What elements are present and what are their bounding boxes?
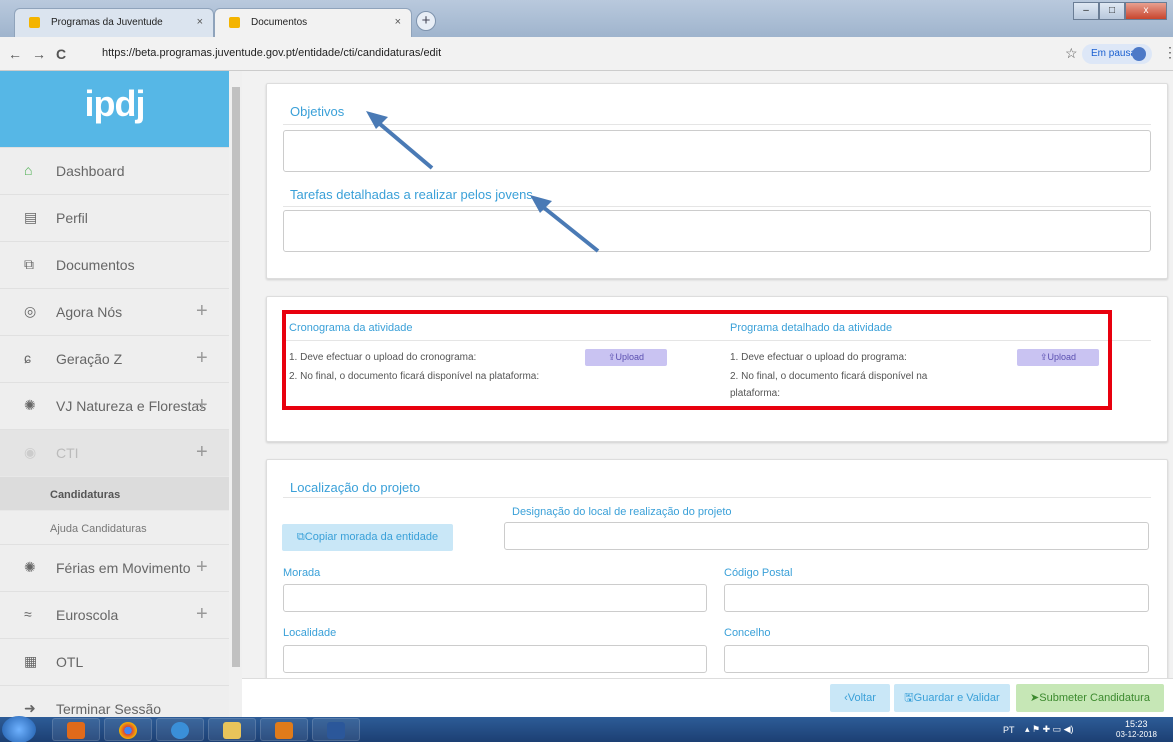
expand-icon[interactable]: + bbox=[196, 441, 208, 464]
windows-taskbar: PT ▴ ⚑ ✚ ▭ ◀) 15:23 03-12-2018 bbox=[0, 716, 1173, 742]
annotation-arrows bbox=[366, 111, 600, 253]
otl-icon: ▦ bbox=[24, 653, 38, 669]
tab-close-icon[interactable]: × bbox=[197, 16, 203, 28]
agora-icon: ◎ bbox=[24, 303, 37, 319]
menu-icon[interactable]: ⋮ bbox=[1163, 44, 1173, 61]
taskbar-outlook[interactable] bbox=[260, 718, 308, 741]
sidebar-item-label: Terminar Sessão bbox=[56, 701, 162, 717]
taskbar-ie[interactable] bbox=[156, 718, 204, 741]
window-controls: – □ x bbox=[1073, 2, 1167, 20]
word-icon bbox=[327, 722, 345, 739]
sidebar-item-dashboard[interactable]: ⌂ Dashboard bbox=[0, 147, 229, 194]
taskbar-chrome[interactable] bbox=[104, 718, 152, 741]
sidebar-item-label: Geração Z bbox=[56, 351, 123, 367]
clock-time[interactable]: 15:23 bbox=[1125, 719, 1148, 729]
sidebar-item-cti[interactable]: ◉ CTI + bbox=[0, 429, 229, 476]
sidebar-item-agora-nos[interactable]: ◎ Agora Nós + bbox=[0, 288, 229, 335]
favicon-icon bbox=[29, 17, 40, 28]
tab-programas[interactable]: Programas da Juventude × bbox=[14, 8, 214, 37]
tab-close-icon[interactable]: × bbox=[395, 16, 401, 28]
sidebar-item-perfil[interactable]: ▤ Perfil bbox=[0, 194, 229, 241]
new-tab-button[interactable]: + bbox=[416, 11, 436, 31]
sidebar-subitem-ajuda-candidaturas[interactable]: Ajuda Candidaturas bbox=[0, 510, 229, 544]
sidebar-item-vj-natureza[interactable]: ✺ VJ Natureza e Florestas + bbox=[0, 382, 229, 429]
sidebar-item-label: OTL bbox=[56, 654, 84, 670]
clock-date[interactable]: 03-12-2018 bbox=[1116, 730, 1157, 739]
tab-title: Programas da Juventude bbox=[51, 17, 163, 28]
sidebar-item-label: Documentos bbox=[56, 257, 135, 273]
tab-title: Documentos bbox=[251, 17, 308, 28]
main-content: Objetivos Tarefas detalhadas a realizar … bbox=[242, 71, 1173, 717]
documents-icon: ⧉ bbox=[24, 256, 34, 272]
taskbar-word[interactable] bbox=[312, 718, 360, 741]
sidebar-item-label: CTI bbox=[56, 445, 79, 461]
logout-icon: ➜ bbox=[24, 700, 36, 716]
address-bar: ← → C https://beta.programas.juventude.g… bbox=[0, 37, 1173, 71]
sidebar-item-label: Perfil bbox=[56, 210, 88, 226]
sidebar-item-label: Euroscola bbox=[56, 607, 119, 623]
expand-icon[interactable]: + bbox=[196, 603, 208, 626]
voltar-button[interactable]: ‹Voltar bbox=[830, 684, 890, 712]
tray-icons[interactable]: ▴ ⚑ ✚ ▭ ◀) bbox=[1025, 724, 1074, 735]
sidebar-item-ferias[interactable]: ✺ Férias em Movimento + bbox=[0, 544, 229, 591]
outlook-icon bbox=[275, 722, 293, 739]
taskbar-media-player[interactable] bbox=[52, 718, 100, 741]
send-icon: ➤ bbox=[1030, 692, 1040, 704]
sidebar-item-label: Agora Nós bbox=[56, 304, 123, 320]
ie-icon bbox=[171, 722, 189, 739]
close-window-button[interactable]: x bbox=[1125, 2, 1167, 20]
minimize-button[interactable]: – bbox=[1073, 2, 1099, 20]
euroscola-icon: ≈ bbox=[24, 606, 32, 622]
favicon-icon bbox=[229, 17, 240, 28]
back-icon[interactable]: ← bbox=[8, 46, 22, 62]
sidebar-item-label: Dashboard bbox=[56, 163, 125, 179]
arrow-to-tarefas bbox=[536, 201, 600, 253]
bookmark-star-icon[interactable]: ☆ bbox=[1065, 45, 1078, 62]
expand-icon[interactable]: + bbox=[196, 347, 208, 370]
id-card-icon: ▤ bbox=[24, 209, 38, 225]
maximize-button[interactable]: □ bbox=[1099, 2, 1125, 20]
sidebar-item-documentos[interactable]: ⧉ Documentos bbox=[0, 241, 229, 288]
form-footer: ‹Voltar 🖫Guardar e Validar ➤Submeter Can… bbox=[242, 678, 1173, 717]
geracao-icon: ɕ bbox=[24, 350, 31, 366]
ipdj-logo[interactable]: ipdj bbox=[0, 71, 229, 147]
cti-icon: ◉ bbox=[24, 444, 37, 460]
sidebar-item-terminar-sessao[interactable]: ➜ Terminar Sessão bbox=[0, 685, 229, 717]
forward-icon[interactable]: → bbox=[32, 46, 46, 62]
sidebar-item-label: Férias em Movimento bbox=[56, 560, 191, 576]
submeter-button[interactable]: ➤Submeter Candidatura bbox=[1016, 684, 1164, 712]
guardar-validar-button[interactable]: 🖫Guardar e Validar bbox=[894, 684, 1010, 712]
ferias-icon: ✺ bbox=[24, 559, 36, 575]
submeter-label: Submeter Candidatura bbox=[1039, 692, 1150, 704]
avatar bbox=[1132, 47, 1146, 61]
sidebar-item-otl[interactable]: ▦ OTL bbox=[0, 638, 229, 685]
sidebar-item-euroscola[interactable]: ≈ Euroscola + bbox=[0, 591, 229, 638]
folder-icon bbox=[223, 722, 241, 739]
profile-status: Em pausa bbox=[1091, 48, 1137, 59]
tab-bar: Programas da Juventude × Documentos × + … bbox=[0, 0, 1173, 37]
home-icon: ⌂ bbox=[24, 162, 33, 178]
reload-icon[interactable]: C bbox=[56, 46, 66, 62]
language-indicator[interactable]: PT bbox=[1003, 725, 1015, 735]
url-input[interactable]: https://beta.programas.juventude.gov.pt/… bbox=[84, 43, 1074, 65]
start-button[interactable] bbox=[2, 716, 36, 742]
chrome-icon bbox=[119, 722, 137, 739]
sidebar-subitem-candidaturas[interactable]: Candidaturas bbox=[0, 476, 229, 510]
system-tray: PT ▴ ⚑ ✚ ▭ ◀) 15:23 03-12-2018 bbox=[973, 717, 1173, 742]
expand-icon[interactable]: + bbox=[196, 300, 208, 323]
media-player-icon bbox=[67, 722, 85, 739]
expand-icon[interactable]: + bbox=[196, 556, 208, 579]
sidebar: ipdj ⌂ Dashboard ▤ Perfil ⧉ Documentos ◎ Ago… bbox=[0, 71, 229, 717]
profile-button[interactable]: Em pausa bbox=[1082, 44, 1152, 64]
nature-icon: ✺ bbox=[24, 397, 36, 413]
browser-window: Programas da Juventude × Documentos × + … bbox=[0, 0, 1173, 742]
sidebar-scrollbar-thumb[interactable] bbox=[232, 87, 240, 667]
taskbar-explorer[interactable] bbox=[208, 718, 256, 741]
arrow-to-objetivos bbox=[372, 117, 434, 170]
expand-icon[interactable]: + bbox=[196, 394, 208, 417]
sidebar-item-geracao-z[interactable]: ɕ Geração Z + bbox=[0, 335, 229, 382]
tab-documentos[interactable]: Documentos × bbox=[214, 8, 412, 37]
sidebar-item-label: VJ Natureza e Florestas bbox=[56, 398, 207, 414]
